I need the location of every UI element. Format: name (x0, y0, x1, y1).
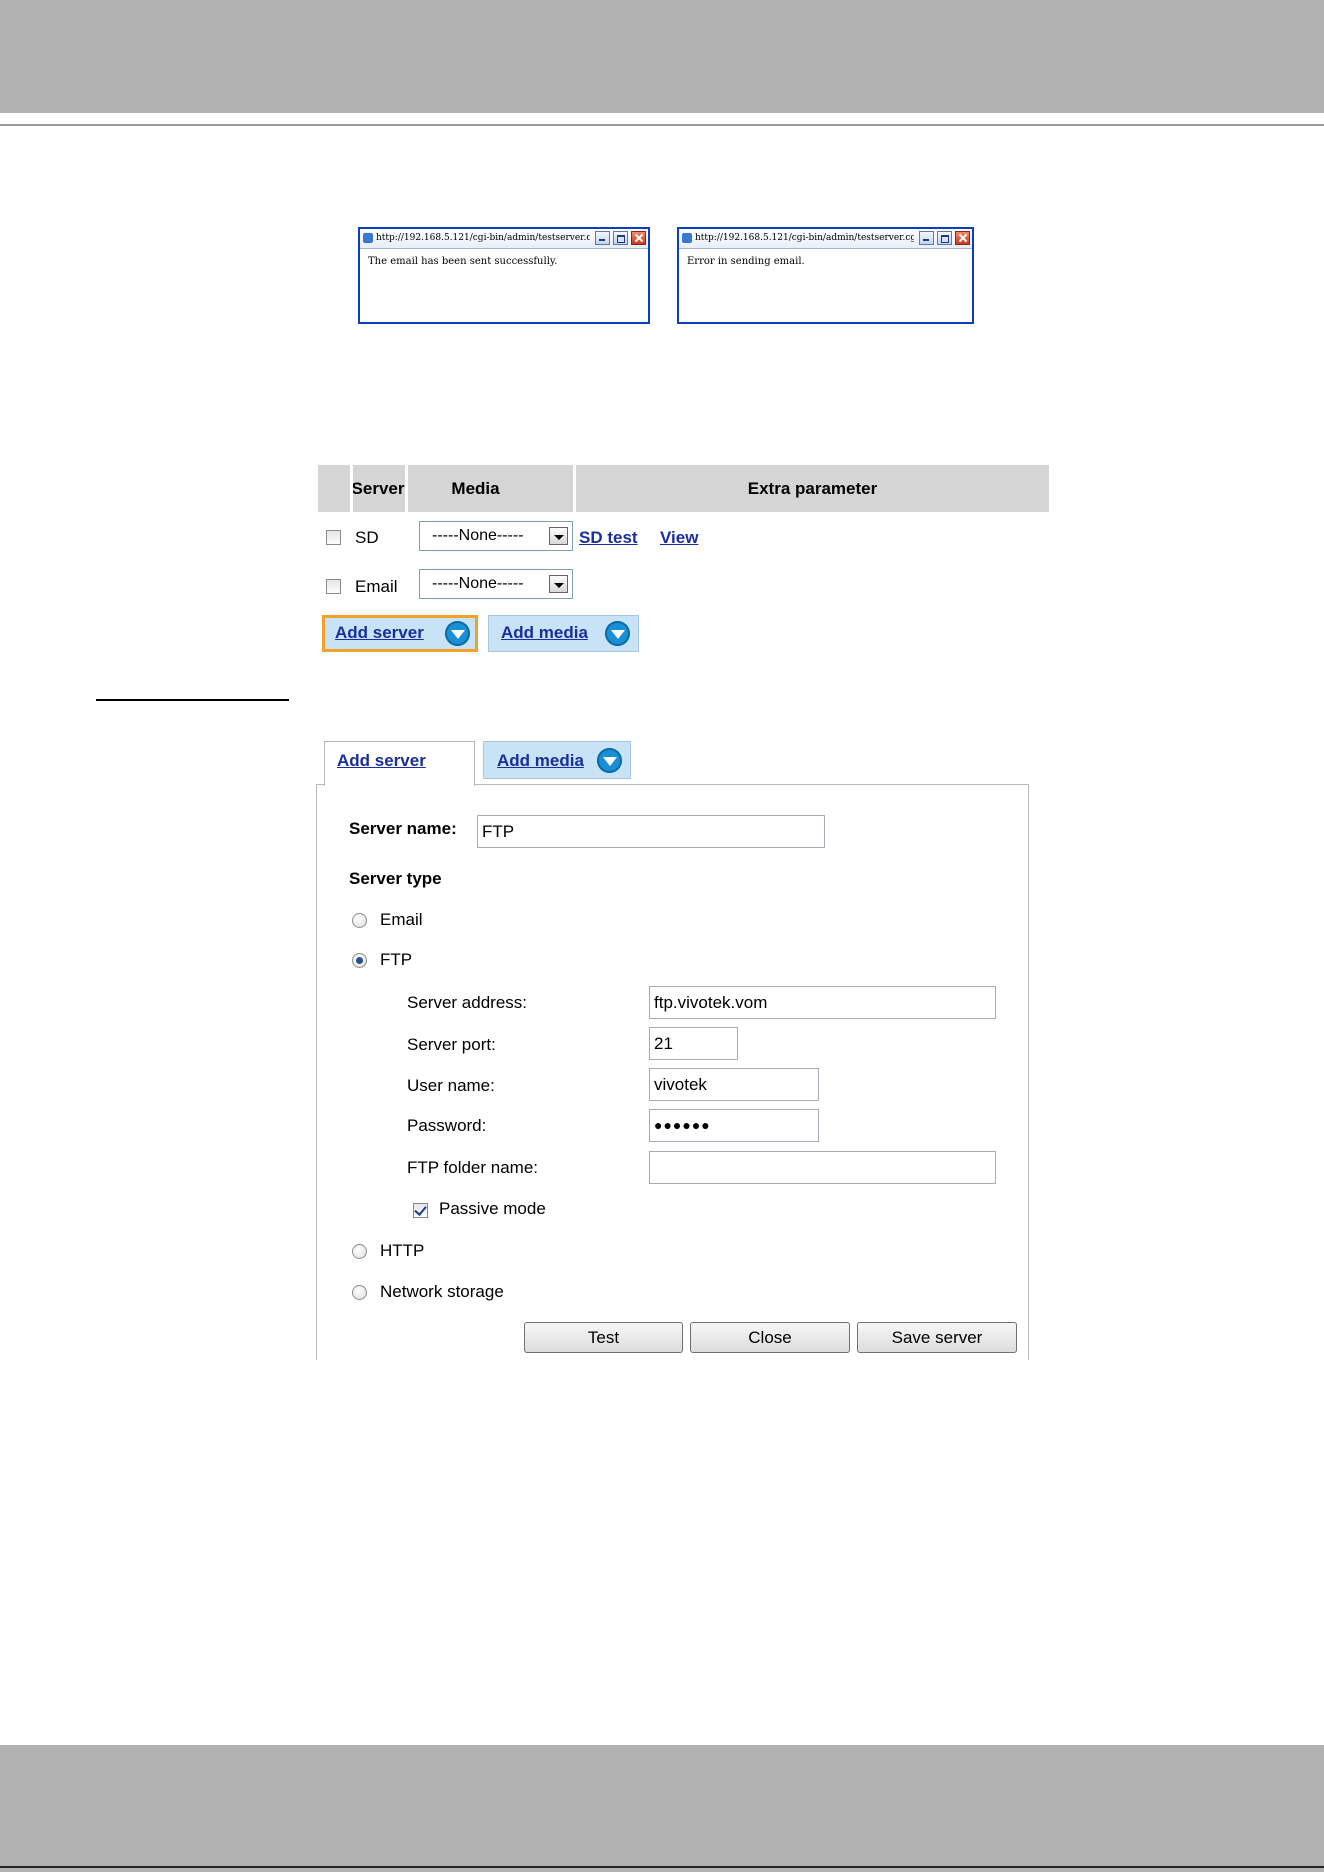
tab-add-media-label: Add media (497, 751, 584, 770)
popup-titlebar[interactable]: http://192.168.5.121/cgi-bin/admin/tests… (360, 229, 648, 249)
radio-email[interactable] (352, 913, 367, 928)
column-divider (405, 465, 408, 512)
server-name-input[interactable] (477, 815, 825, 848)
select-value: -----None----- (432, 575, 524, 592)
column-header-media: Media (408, 465, 543, 512)
maximize-icon[interactable] (613, 231, 628, 245)
add-media-label: Add media (501, 623, 588, 642)
user-name-label: User name: (407, 1076, 495, 1095)
radio-http[interactable] (352, 1244, 367, 1259)
server-port-input[interactable] (649, 1027, 738, 1060)
radio-network-storage-label: Network storage (380, 1282, 504, 1301)
radio-http-label: HTTP (380, 1241, 425, 1260)
sd-media-select[interactable]: -----None----- (419, 521, 573, 551)
header-divider (0, 124, 1324, 126)
server-table: Server Media Extra parameter SD -----Non… (318, 465, 1049, 655)
server-name-label: Server name: (349, 819, 457, 838)
column-divider (573, 465, 576, 512)
close-icon[interactable] (631, 231, 646, 245)
server-name-sd: SD (355, 528, 379, 547)
tab-add-media[interactable]: Add media (483, 741, 631, 779)
add-server-button[interactable]: Add server (322, 615, 478, 652)
column-header-extra: Extra parameter (576, 465, 1049, 512)
dropdown-arrow-icon[interactable] (549, 575, 568, 593)
footer-bar (0, 1745, 1324, 1872)
error-popup-window: http://192.168.5.121/cgi-bin/admin/tests… (677, 227, 974, 324)
add-media-button[interactable]: Add media (488, 615, 639, 652)
popup-url: http://192.168.5.121/cgi-bin/admin/tests… (695, 233, 914, 243)
popup-url: http://192.168.5.121/cgi-bin/admin/tests… (376, 233, 590, 243)
radio-ftp-label: FTP (380, 950, 413, 969)
server-type-label: Server type (349, 869, 442, 888)
popup-message: The email has been sent successfully. (368, 256, 558, 267)
radio-network-storage[interactable] (352, 1285, 367, 1300)
section-underline (96, 699, 289, 701)
radio-email-label: Email (380, 910, 423, 929)
view-link[interactable]: View (660, 528, 698, 548)
expand-icon (445, 621, 470, 646)
tab-add-server[interactable]: Add server (324, 741, 475, 786)
radio-ftp[interactable] (352, 953, 367, 968)
user-name-input[interactable] (649, 1068, 819, 1101)
column-header-server: Server (351, 465, 405, 512)
password-label: Password: (407, 1116, 487, 1135)
passive-mode-checkbox[interactable] (413, 1203, 428, 1218)
browser-icon (682, 233, 692, 243)
server-port-label: Server port: (407, 1035, 496, 1054)
password-input[interactable]: ●●●●●● (649, 1109, 819, 1142)
header-bar (0, 0, 1324, 113)
expand-icon (605, 621, 630, 646)
column-divider (350, 465, 353, 512)
tab-add-server-label: Add server (337, 751, 426, 770)
server-address-input[interactable] (649, 986, 996, 1019)
sd-test-link[interactable]: SD test (579, 528, 638, 548)
close-button[interactable]: Close (690, 1322, 850, 1353)
minimize-icon[interactable] (919, 231, 934, 245)
browser-icon (363, 233, 373, 243)
select-value: -----None----- (432, 527, 524, 544)
sd-checkbox[interactable] (326, 530, 341, 545)
minimize-icon[interactable] (595, 231, 610, 245)
email-media-select[interactable]: -----None----- (419, 569, 573, 599)
footer-divider (0, 1866, 1324, 1868)
server-name-email: Email (355, 577, 398, 596)
passive-mode-label: Passive mode (439, 1199, 546, 1218)
test-button[interactable]: Test (524, 1322, 683, 1353)
expand-icon (597, 748, 622, 773)
success-popup-window: http://192.168.5.121/cgi-bin/admin/tests… (358, 227, 650, 324)
popup-titlebar[interactable]: http://192.168.5.121/cgi-bin/admin/tests… (679, 229, 972, 249)
close-icon[interactable] (955, 231, 970, 245)
maximize-icon[interactable] (937, 231, 952, 245)
save-server-button[interactable]: Save server (857, 1322, 1017, 1353)
ftp-folder-label: FTP folder name: (407, 1158, 539, 1177)
add-server-label: Add server (335, 623, 424, 642)
dropdown-arrow-icon[interactable] (549, 527, 568, 545)
server-address-label: Server address: (407, 993, 527, 1012)
popup-message: Error in sending email. (687, 256, 805, 267)
email-checkbox[interactable] (326, 579, 341, 594)
ftp-folder-input[interactable] (649, 1151, 996, 1184)
